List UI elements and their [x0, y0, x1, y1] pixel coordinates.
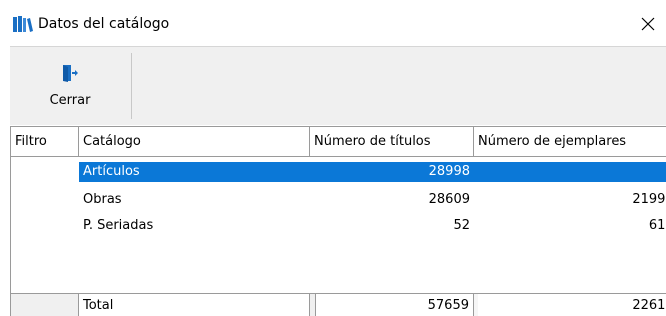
catalog-grid: Filtro Catálogo∕ Número de títulos Númer…	[10, 126, 666, 316]
table-row[interactable]: Obras 28609 219988	[11, 190, 666, 210]
column-header-filtro-label: Filtro	[15, 134, 47, 149]
window-title: Datos del catálogo	[38, 16, 170, 32]
cell-catalogo: P. Seriadas	[83, 218, 154, 233]
footer-total-label: Total	[79, 294, 310, 316]
toolbar: Cerrar	[10, 46, 666, 125]
exit-door-icon	[63, 65, 78, 82]
close-icon	[641, 17, 655, 31]
close-window-button[interactable]	[630, 8, 666, 40]
cell-filtro	[11, 190, 79, 210]
column-header-numero-ejemplares[interactable]: Número de ejemplares	[474, 127, 666, 157]
cell-numero-ejemplares: 219988	[632, 192, 666, 207]
cell-catalogo: Obras	[83, 192, 122, 207]
toolbar-separator	[131, 53, 132, 119]
cell-numero-ejemplares: 6170	[648, 218, 666, 233]
table-row[interactable]: Artículos 28998 0	[11, 162, 666, 182]
column-header-numero-ejemplares-label: Número de ejemplares	[478, 134, 627, 149]
column-header-filtro[interactable]: Filtro	[11, 127, 79, 157]
cerrar-label: Cerrar	[49, 93, 91, 108]
cell-numero-ejemplares: 0	[474, 162, 666, 182]
cell-filtro	[11, 216, 79, 236]
column-header-catalogo-label: Catálogo	[83, 134, 141, 149]
cell-numero-titulos: 28609	[428, 192, 470, 207]
column-header-numero-titulos[interactable]: Número de títulos	[310, 127, 474, 157]
footer-total-titulos: 57659	[316, 294, 474, 316]
cerrar-button[interactable]: Cerrar	[10, 47, 130, 125]
column-header-numero-titulos-label: Número de títulos	[314, 134, 431, 149]
column-header-catalogo[interactable]: Catálogo∕	[79, 127, 310, 157]
footer-filtro-cell	[11, 294, 79, 316]
catalog-data-window: Datos del catálogo Cerrar Filtro Catálog…	[0, 0, 666, 316]
books-icon	[13, 16, 33, 32]
table-row[interactable]: P. Seriadas 52 6170	[11, 216, 666, 236]
cell-numero-titulos: 52	[453, 218, 470, 233]
cell-numero-titulos: 28998	[428, 164, 470, 179]
cell-catalogo: Artículos	[83, 164, 140, 179]
title-bar: Datos del catálogo	[0, 0, 666, 46]
totals-row: Total 57659 226158	[11, 293, 666, 316]
cell-filtro	[11, 162, 79, 182]
footer-total-ejemplares: 226158	[478, 294, 666, 316]
